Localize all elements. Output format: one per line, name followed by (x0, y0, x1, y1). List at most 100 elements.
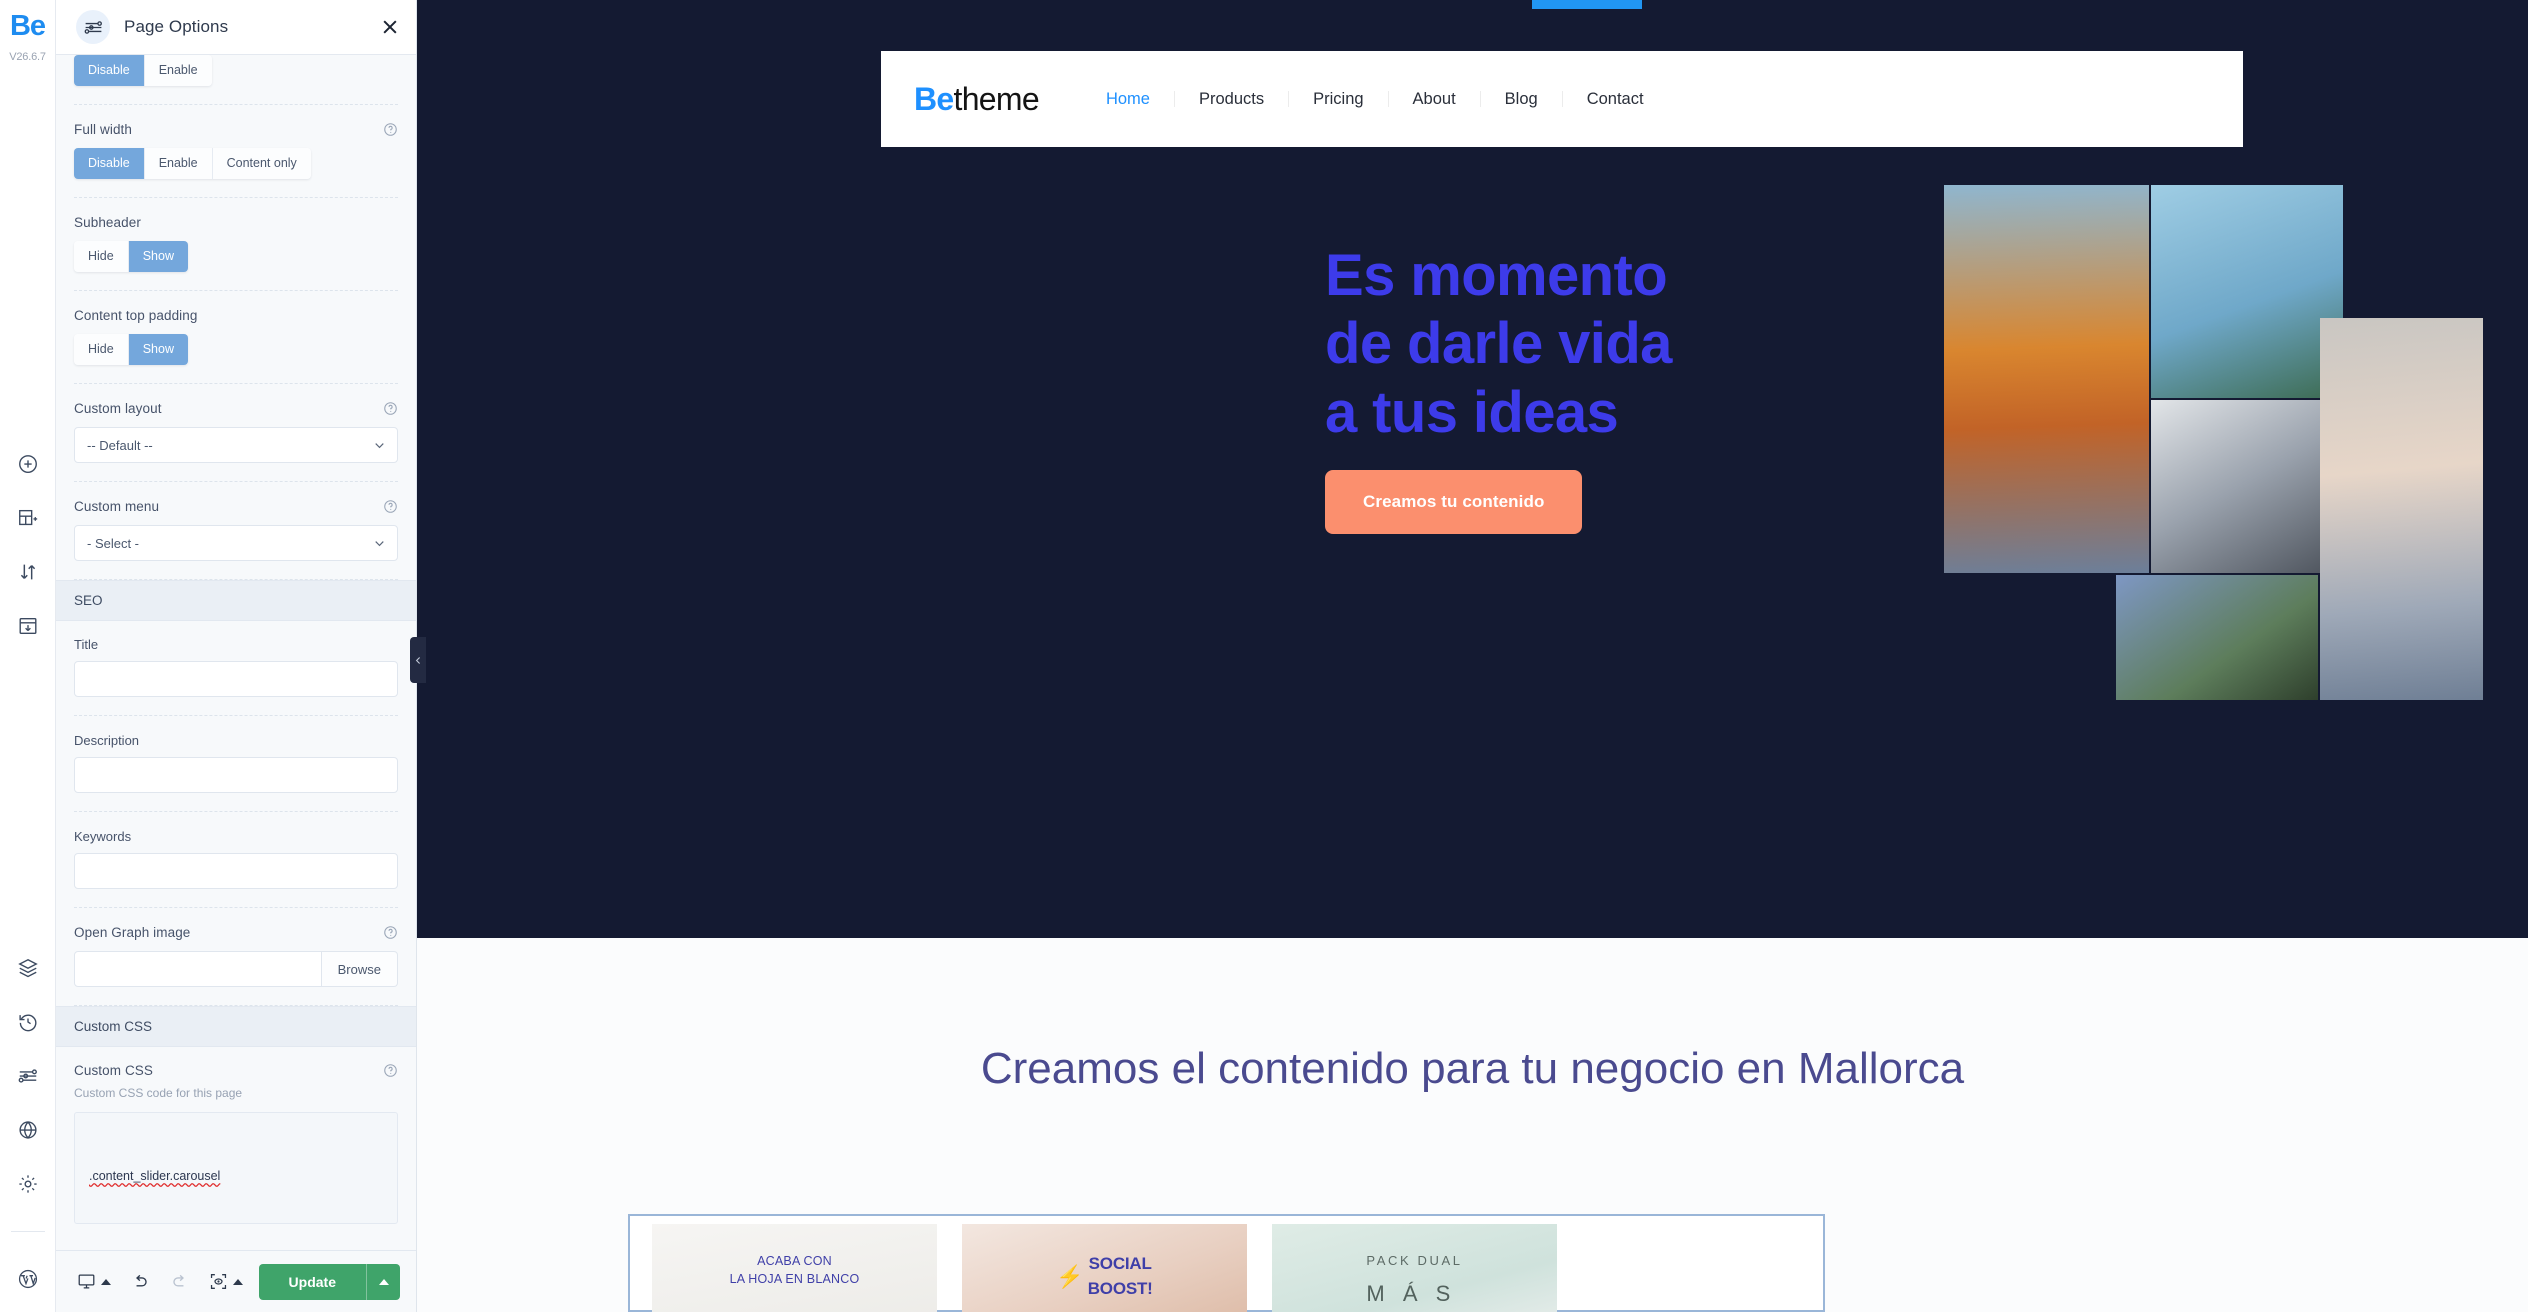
segmented-full-width: Disable Enable Content only (74, 148, 311, 179)
save-template-icon[interactable] (17, 615, 39, 637)
card-item[interactable]: ⚡ SOCIAL BOOST! (962, 1224, 1247, 1312)
seo-keywords-input[interactable] (74, 853, 398, 889)
preview-button[interactable] (200, 1265, 252, 1298)
content-top-padding-label: Content top padding (74, 308, 198, 323)
nav-item-blog[interactable]: Blog (1479, 91, 1562, 108)
section-header-custom-css: Custom CSS (56, 1006, 416, 1047)
site-header: Be theme Home Products Pricing About Blog… (881, 51, 2243, 147)
version-label: V26.6.7 (9, 51, 46, 63)
custom-css-hint: Custom CSS code for this page (74, 1086, 243, 1100)
custom-layout-select[interactable]: -- Default -- (74, 427, 398, 463)
preview-canvas: Be theme Home Products Pricing About Blog… (417, 0, 2528, 1312)
seo-description-input[interactable] (74, 757, 398, 793)
help-icon[interactable] (383, 925, 398, 940)
hero-cta-button[interactable]: Creamos tu contenido (1325, 470, 1583, 534)
custom-layout-value: -- Default -- (87, 437, 153, 453)
field-row-title: Title (74, 621, 398, 716)
caret-up-icon (101, 1278, 111, 1285)
update-button[interactable]: Update (258, 1263, 366, 1300)
card-line-1: SOCIAL (1088, 1254, 1152, 1273)
hero-line-2: de darle vida (1325, 311, 1672, 377)
redo-button[interactable] (161, 1265, 198, 1298)
chevron-left-icon (415, 656, 420, 664)
card-item[interactable]: PACK DUAL M Á S (1272, 1224, 1557, 1312)
custom-menu-label: Custom menu (74, 499, 160, 514)
card-line-1: ACABA CON (757, 1254, 832, 1268)
collage-image-van (1944, 185, 2149, 573)
card-line-1: PACK DUAL (1366, 1253, 1463, 1268)
update-dropdown-toggle[interactable] (366, 1263, 400, 1300)
revision-history-icon[interactable] (17, 1011, 39, 1033)
gear-icon[interactable] (17, 1173, 39, 1195)
segment-fw-disable[interactable]: Disable (74, 148, 145, 179)
close-icon[interactable] (380, 17, 400, 37)
caret-up-icon (233, 1278, 243, 1285)
segment-enable[interactable]: Enable (144, 55, 212, 86)
segment-fw-content-only[interactable]: Content only (212, 148, 311, 179)
hero-line-3-highlight: ideas (1473, 379, 1621, 447)
site-logo[interactable]: Be theme (914, 80, 1040, 118)
chevron-down-icon (375, 442, 384, 448)
nav-item-contact[interactable]: Contact (1561, 91, 1668, 108)
option-row-content-top-padding: Content top padding Hide Show (74, 291, 398, 384)
custom-css-label: Custom CSS (74, 1063, 154, 1078)
segment-ctp-show[interactable]: Show (128, 334, 188, 365)
site-nav: Home Products Pricing About Blog Contact (1082, 91, 1668, 108)
nav-item-products[interactable]: Products (1173, 91, 1288, 108)
help-icon[interactable] (383, 401, 398, 416)
redo-icon (173, 1274, 184, 1287)
nav-item-about[interactable]: About (1387, 91, 1480, 108)
seo-title-label: Title (74, 637, 99, 652)
segmented-content-top-padding: Hide Show (74, 334, 188, 365)
layers-icon[interactable] (17, 957, 39, 979)
hero-line-3-prefix: a tus (1325, 379, 1473, 445)
browse-button[interactable]: Browse (321, 951, 398, 987)
hero-headline: Es momento de darle vida a tus ideas (1325, 242, 1885, 447)
panel-footer-toolbar: Update (56, 1250, 416, 1312)
custom-css-textarea[interactable]: .content_slider.carousel .content_slider… (74, 1112, 398, 1224)
field-row-description: Description (74, 716, 398, 812)
device-preview-button[interactable] (68, 1265, 120, 1298)
segment-disable[interactable]: Disable (74, 55, 145, 86)
help-icon[interactable] (383, 1063, 398, 1078)
segment-sub-hide[interactable]: Hide (74, 241, 129, 272)
collage-image-woman (2320, 318, 2483, 700)
segment-fw-enable[interactable]: Enable (144, 148, 213, 179)
seo-keywords-label: Keywords (74, 829, 132, 844)
segment-sub-show[interactable]: Show (128, 241, 188, 272)
chevron-down-icon (375, 540, 384, 546)
undo-button[interactable] (122, 1265, 159, 1298)
segment-ctp-hide[interactable]: Hide (74, 334, 129, 365)
collage-image-plant (2116, 575, 2318, 700)
add-layout-icon[interactable] (17, 507, 39, 529)
help-icon[interactable] (383, 499, 398, 514)
logo-theme: theme (953, 80, 1040, 117)
content-slider-carousel: ACABA CON LA HOJA EN BLANCO ⚡ SOCIAL BOO… (628, 1214, 1825, 1312)
custom-menu-select[interactable]: - Select - (74, 525, 398, 561)
wordpress-icon[interactable] (17, 1268, 39, 1290)
help-icon[interactable] (383, 122, 398, 137)
sort-arrows-icon[interactable] (17, 561, 39, 583)
open-graph-input[interactable] (74, 951, 322, 987)
panel-title: Page Options (124, 17, 229, 36)
hero-line-1: Es momento (1325, 243, 1668, 308)
add-section-icon[interactable] (17, 453, 39, 475)
seo-title-input[interactable] (74, 661, 398, 697)
globe-icon[interactable] (17, 1119, 39, 1141)
card-text: SOCIAL BOOST! (1088, 1252, 1153, 1301)
nav-item-home[interactable]: Home (1082, 91, 1174, 108)
nav-item-pricing[interactable]: Pricing (1288, 91, 1387, 108)
card-item[interactable]: ACABA CON LA HOJA EN BLANCO (652, 1224, 937, 1312)
update-button-group: Update (258, 1263, 400, 1300)
panel-collapse-handle[interactable] (410, 637, 426, 683)
sliders-icon[interactable] (17, 1065, 39, 1087)
custom-layout-label: Custom layout (74, 401, 162, 416)
collage-image-palm (2151, 185, 2343, 398)
seo-description-label: Description (74, 733, 140, 748)
subheader-label: Subheader (74, 215, 141, 230)
active-tab-indicator (1532, 0, 1642, 9)
band-heading: Creamos el contenido para tu negocio en … (980, 1044, 1965, 1093)
collage-image-surfer (2151, 400, 2343, 573)
custom-css-line-1: .content_slider.carousel (89, 1169, 221, 1184)
card-line-2: LA HOJA EN BLANCO (729, 1272, 860, 1287)
